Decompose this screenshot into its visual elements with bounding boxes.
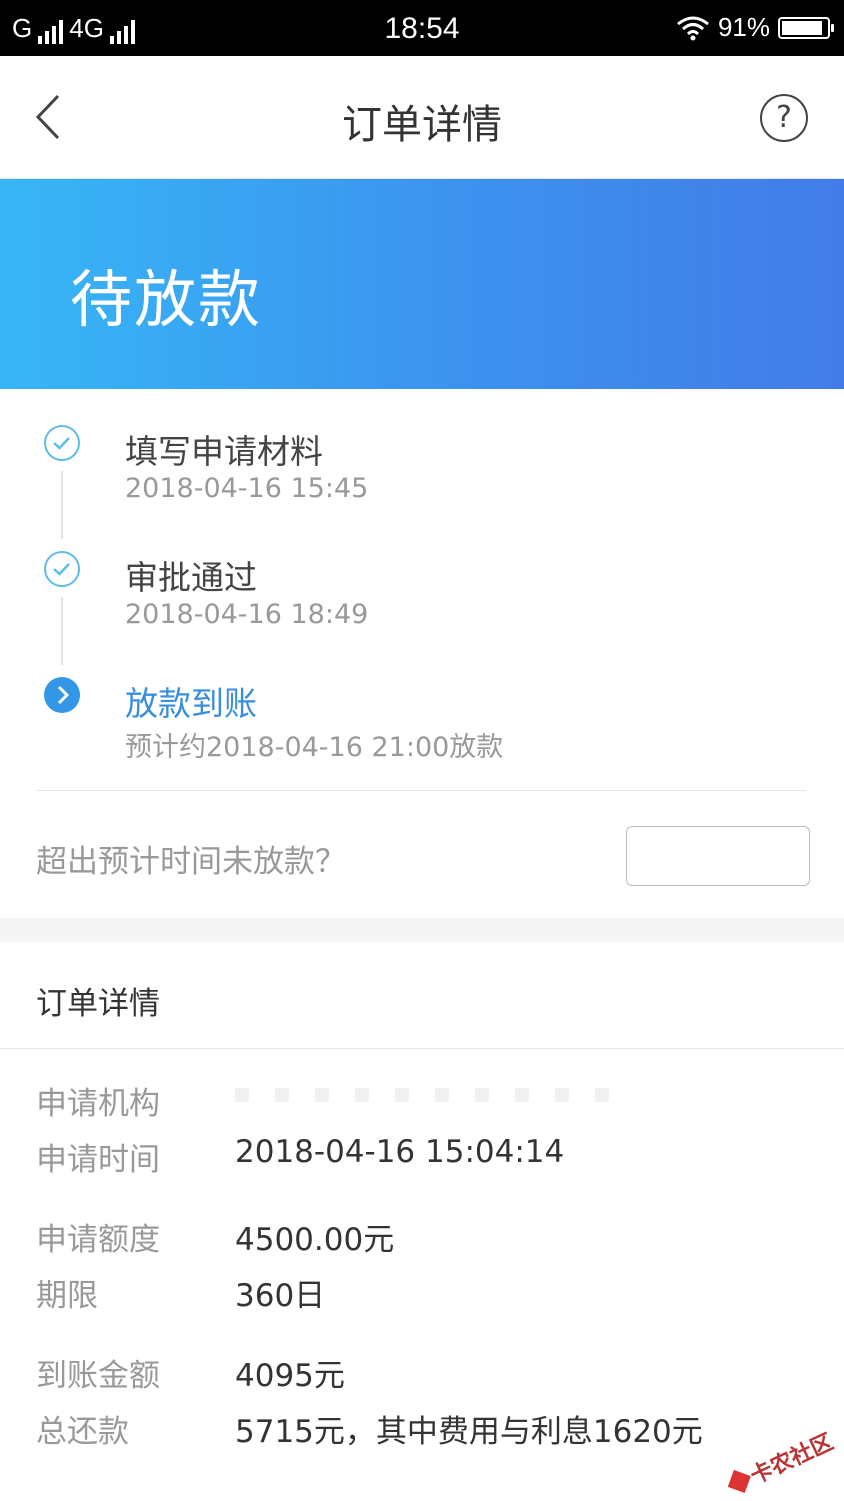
navbar: 订单详情 ? <box>0 56 844 179</box>
check-circle-icon <box>44 551 80 587</box>
section-gap <box>0 918 844 942</box>
detail-label: 申请机构 <box>36 1086 160 1122</box>
chevron-right-circle-icon <box>44 677 80 713</box>
step-time: 2018-04-16 18:49 <box>125 599 369 630</box>
step-time: 预计约2018-04-16 21:00放款 <box>125 732 504 763</box>
help-icon[interactable]: ? <box>760 94 808 142</box>
timeline-connector <box>61 471 63 539</box>
page-title: 订单详情 <box>342 102 502 148</box>
divider <box>36 790 806 791</box>
timeline-connector <box>61 597 63 665</box>
redacted-value <box>235 1088 625 1102</box>
wifi-icon <box>677 16 709 40</box>
detail-label: 期限 <box>36 1278 98 1314</box>
detail-value: 360日 <box>235 1278 326 1314</box>
watermark-logo: 卡农社区 <box>724 1424 837 1499</box>
divider <box>0 1048 844 1049</box>
detail-value: 4095元 <box>235 1358 345 1394</box>
overdue-question: 超出预计时间未放款？ <box>36 844 346 880</box>
detail-label: 申请额度 <box>36 1222 160 1258</box>
watermark-text: 卡农社区 <box>746 1429 838 1490</box>
status-right: 91% <box>676 12 834 43</box>
detail-label: 到账金额 <box>36 1358 160 1394</box>
detail-value: 4500.00元 <box>235 1222 395 1258</box>
step-name: 审批通过 <box>125 558 257 597</box>
status-bar: G 4G 18:54 91% <box>0 0 844 56</box>
watermark-mark-icon <box>727 1469 751 1493</box>
step-time: 2018-04-16 15:45 <box>125 473 369 504</box>
detail-value: 5715元，其中费用与利息1620元 <box>235 1414 703 1450</box>
status-banner: 待放款 <box>0 179 844 389</box>
order-status: 待放款 <box>70 263 263 336</box>
battery-fill <box>782 20 822 35</box>
battery-percent: 91% <box>717 12 770 42</box>
battery-icon <box>778 16 834 39</box>
check-circle-icon <box>44 425 80 461</box>
detail-value: 2018-04-16 15:04:14 <box>235 1134 565 1170</box>
details-title: 订单详情 <box>36 986 160 1022</box>
detail-label: 总还款 <box>36 1414 129 1450</box>
step-name: 填写申请材料 <box>125 432 323 471</box>
contact-button[interactable] <box>626 826 810 886</box>
detail-label: 申请时间 <box>36 1142 160 1178</box>
step-name: 放款到账 <box>125 684 257 723</box>
